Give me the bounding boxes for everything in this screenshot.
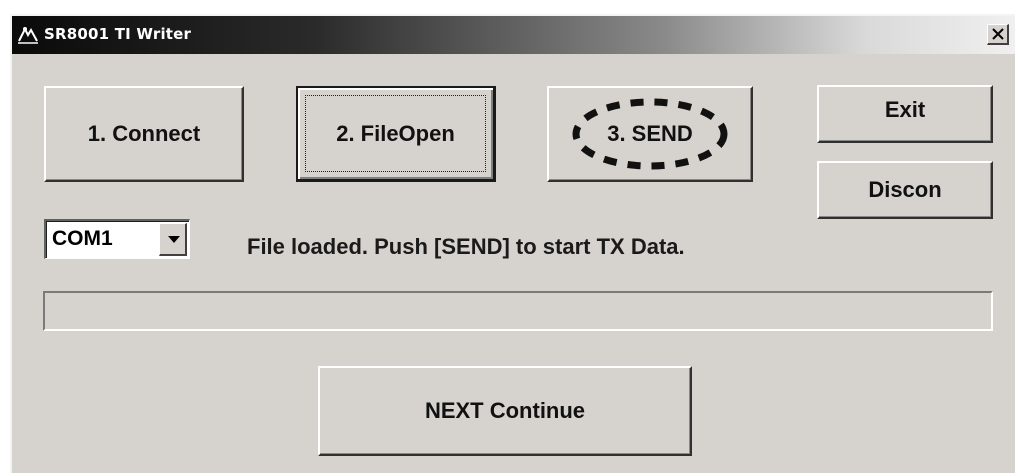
com-port-select[interactable]: COM1	[44, 219, 190, 259]
send-button[interactable]: 3. SEND	[547, 86, 753, 182]
next-continue-button-label: NEXT Continue	[424, 398, 586, 423]
focus-rectangle	[305, 95, 486, 172]
window-title: SR8001 TI Writer	[44, 25, 192, 43]
close-button[interactable]	[987, 24, 1009, 45]
discon-button[interactable]: Discon	[817, 161, 993, 219]
next-continue-button[interactable]: NEXT Continue	[318, 366, 692, 456]
com-port-value: COM1	[52, 227, 113, 250]
exit-button[interactable]: Exit	[817, 85, 993, 143]
progress-bar	[43, 291, 993, 331]
connect-button-label: 1. Connect	[87, 121, 201, 146]
chevron-down-icon[interactable]	[159, 223, 187, 256]
app-icon	[18, 26, 38, 44]
app-window: SR8001 TI Writer 1. Connect 2. FileOpen …	[10, 14, 1015, 473]
exit-button-label: Exit	[884, 97, 926, 122]
send-button-label: 3. SEND	[607, 121, 693, 146]
close-icon	[992, 28, 1004, 40]
fileopen-button[interactable]: 2. FileOpen	[296, 86, 496, 182]
connect-button[interactable]: 1. Connect	[44, 86, 244, 182]
title-bar[interactable]: SR8001 TI Writer	[12, 16, 1015, 54]
status-message: File loaded. Push [SEND] to start TX Dat…	[247, 234, 685, 259]
discon-button-label: Discon	[868, 177, 942, 202]
